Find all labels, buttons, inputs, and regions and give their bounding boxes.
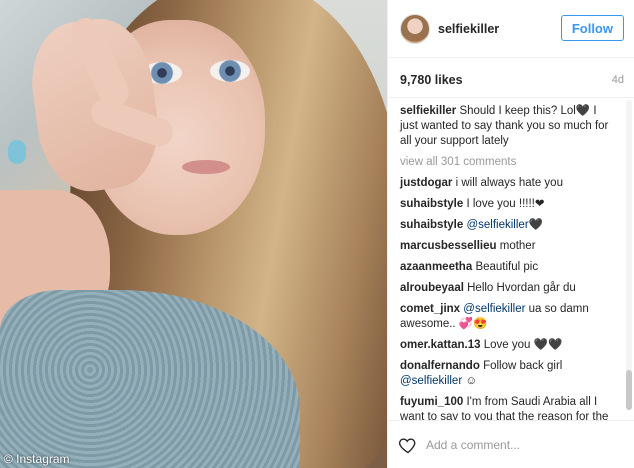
post-meta: 9,780 likes 4d xyxy=(388,58,634,98)
post-photo: © Instagram xyxy=(0,0,387,468)
comment-item: justdogar i will always hate you xyxy=(400,176,614,191)
comment-text: Beautiful pic xyxy=(475,261,539,273)
watermark-text: © Instagram xyxy=(4,452,70,466)
comment-text: Follow back girl xyxy=(483,360,563,372)
comment-item: suhaibstyle @selfiekiller🖤 xyxy=(400,218,614,233)
comment-username[interactable]: azaanmeetha xyxy=(400,261,472,273)
comment-text: ☺ xyxy=(465,375,478,387)
scrollbar-thumb[interactable] xyxy=(626,370,632,410)
photo-eye-right xyxy=(210,60,250,82)
comment-username[interactable]: alroubeyaal xyxy=(400,282,464,294)
follow-button[interactable]: Follow xyxy=(560,15,624,41)
comment-mention[interactable]: @selfiekiller xyxy=(466,219,528,231)
view-all-comments-link[interactable]: view all 301 comments xyxy=(400,155,614,170)
comment-text: mother xyxy=(499,240,536,252)
comment-text: i will always hate you xyxy=(455,177,563,189)
post-header: selfiekiller Follow xyxy=(388,0,634,58)
caption: selfiekiller Should I keep this? Lol🖤 I … xyxy=(400,104,614,149)
photo-nail xyxy=(8,140,26,164)
comment-username[interactable]: comet_jinx xyxy=(400,303,460,315)
comment-item: marcusbessellieu mother xyxy=(400,239,614,254)
photo-lips xyxy=(182,160,230,174)
comment-item: suhaibstyle I love you !!!!!❤ xyxy=(400,197,614,212)
comment-text: I love you !!!!!❤ xyxy=(466,198,545,210)
comment-username[interactable]: suhaibstyle xyxy=(400,219,463,231)
post-age[interactable]: 4d xyxy=(612,74,624,86)
comment-text: 🖤 xyxy=(528,219,543,231)
comment-username[interactable]: fuyumi_100 xyxy=(400,396,463,408)
likes-count[interactable]: 9,780 likes xyxy=(400,73,463,87)
comment-footer xyxy=(388,420,634,468)
comment-username[interactable]: marcusbessellieu xyxy=(400,240,497,252)
comment-text: Love you 🖤🖤 xyxy=(483,339,563,351)
avatar[interactable] xyxy=(400,13,430,44)
comment-mention[interactable]: @selfiekiller xyxy=(400,375,462,387)
comments-list[interactable]: selfiekiller Should I keep this? Lol🖤 I … xyxy=(388,98,624,420)
comment-item: omer.kattan.13 Love you 🖤🖤 xyxy=(400,338,614,353)
comment-item: comet_jinx @selfiekiller ua so damn awes… xyxy=(400,302,614,332)
comment-item: azaanmeetha Beautiful pic xyxy=(400,260,614,275)
comment-username[interactable]: suhaibstyle xyxy=(400,198,463,210)
caption-username[interactable]: selfiekiller xyxy=(400,105,456,117)
add-comment-input[interactable] xyxy=(426,437,606,452)
comment-mention[interactable]: @selfiekiller xyxy=(463,303,525,315)
comment-text: Hello Hvordan går du xyxy=(467,282,576,294)
comment-username[interactable]: donalfernando xyxy=(400,360,480,372)
comment-item: donalfernando Follow back girl @selfieki… xyxy=(400,359,614,389)
comment-item: alroubeyaal Hello Hvordan går du xyxy=(400,281,614,296)
header-username[interactable]: selfiekiller xyxy=(438,22,499,36)
comment-username[interactable]: omer.kattan.13 xyxy=(400,339,481,351)
comments-scrollbar[interactable] xyxy=(626,100,632,410)
watermark: © Instagram xyxy=(4,452,70,466)
post-side-panel: selfiekiller Follow 9,780 likes 4d selfi… xyxy=(387,0,634,468)
comment-item: fuyumi_100 I'm from Saudi Arabia all I w… xyxy=(400,395,614,420)
comment-username[interactable]: justdogar xyxy=(400,177,452,189)
heart-icon[interactable] xyxy=(398,435,418,455)
